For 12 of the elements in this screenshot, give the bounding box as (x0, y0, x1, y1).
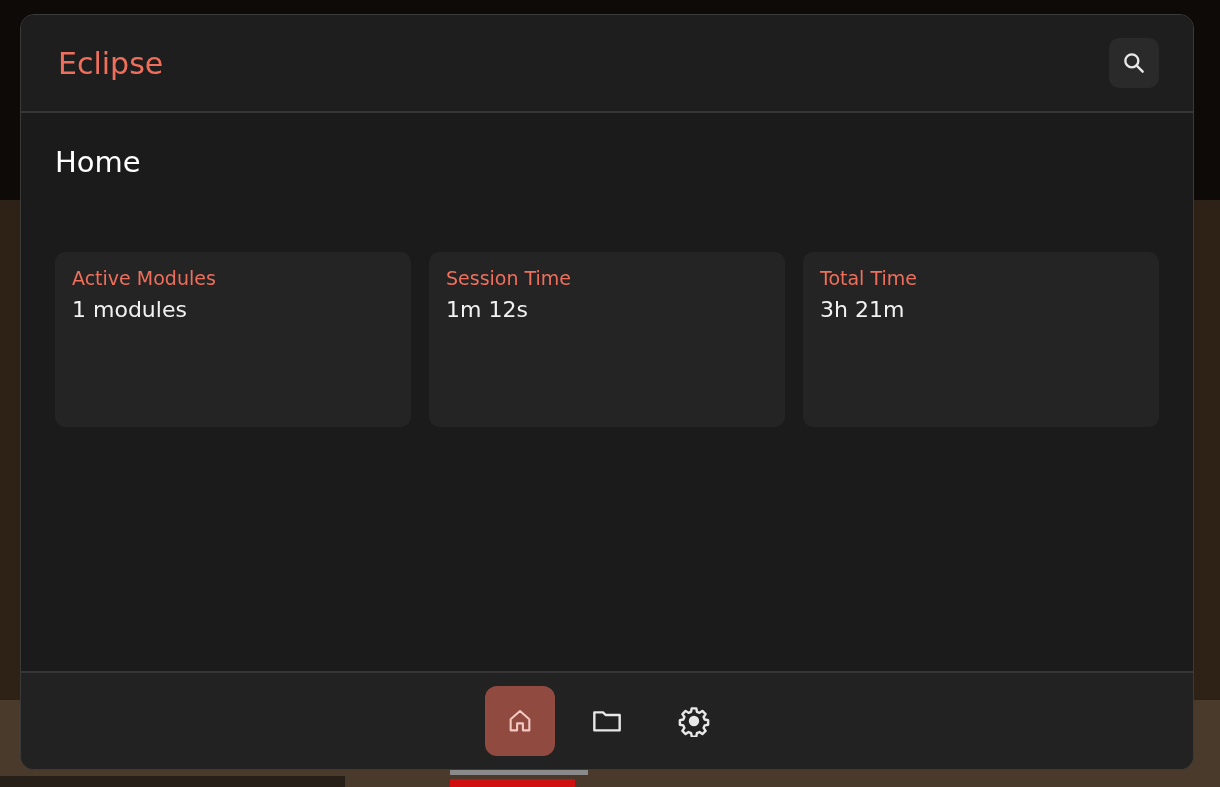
app-title: Eclipse (58, 45, 164, 81)
search-icon (1121, 50, 1147, 76)
stat-value: 3h 21m (820, 297, 905, 322)
stat-label: Active Modules (72, 267, 216, 289)
nav-button[interactable] (485, 686, 555, 756)
settings-icon (678, 705, 710, 737)
stat-value: 1m 12s (446, 297, 528, 322)
stat-value: 1 modules (72, 297, 187, 322)
stat-label: Total Time (820, 267, 917, 289)
page-title: Home (55, 144, 142, 181)
stat-label: Session Time (446, 267, 572, 289)
search-button[interactable] (1109, 38, 1159, 88)
